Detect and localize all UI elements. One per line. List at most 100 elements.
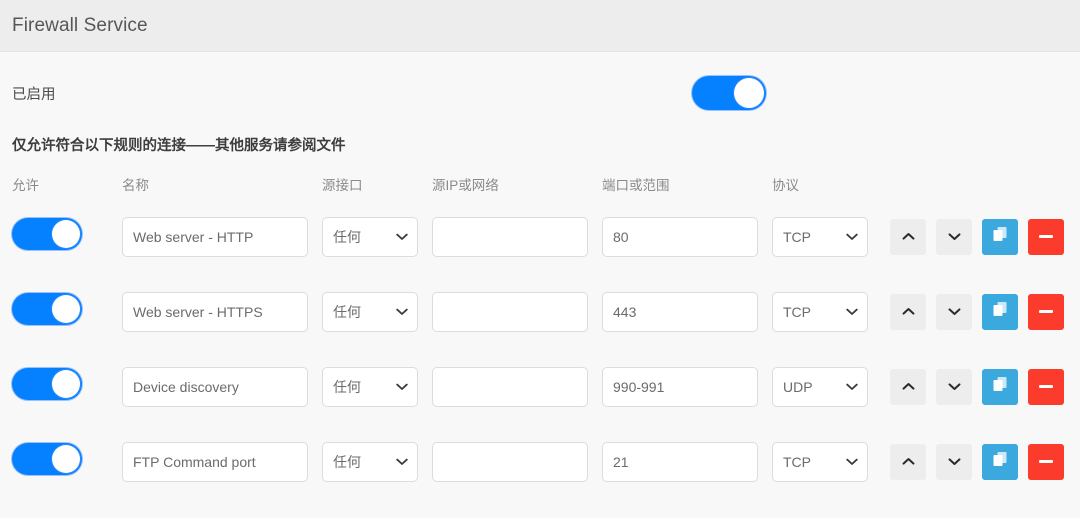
page-title: Firewall Service bbox=[12, 14, 148, 36]
minus-icon bbox=[1039, 235, 1053, 238]
service-enabled-label: 已启用 bbox=[12, 86, 56, 103]
rule-allow-cell bbox=[12, 443, 122, 480]
duplicate-rule-button[interactable] bbox=[982, 368, 1018, 405]
rule-enabled-toggle[interactable] bbox=[12, 218, 82, 250]
rule-port-input[interactable]: 80 bbox=[602, 216, 758, 257]
chevron-down-icon bbox=[948, 378, 961, 396]
move-down-button[interactable] bbox=[936, 293, 972, 330]
remove-rule-button[interactable] bbox=[1028, 218, 1064, 255]
column-header-allow: 允许 bbox=[12, 178, 39, 193]
rule-source-ip-cell bbox=[432, 441, 588, 482]
remove-rule-button[interactable] bbox=[1028, 293, 1064, 330]
rule-name-cell: Web server - HTTPS bbox=[122, 291, 308, 332]
chevron-up-icon bbox=[902, 453, 915, 471]
rule-protocol-select[interactable]: TCP bbox=[772, 291, 868, 332]
column-header-name: 名称 bbox=[122, 178, 149, 193]
rule-source-ip-input[interactable] bbox=[432, 216, 588, 257]
remove-rule-button[interactable] bbox=[1028, 443, 1064, 480]
rule-port-cell: 990-991 bbox=[602, 366, 758, 407]
rule-name-input[interactable]: Web server - HTTPS bbox=[122, 291, 308, 332]
chevron-down-icon bbox=[948, 228, 961, 246]
rule-protocol-cell: TCP bbox=[772, 291, 868, 332]
table-row: FTP Command port 任何 21 TCP bbox=[12, 424, 1068, 499]
remove-rule-button[interactable] bbox=[1028, 368, 1064, 405]
move-down-button[interactable] bbox=[936, 218, 972, 255]
service-enabled-toggle[interactable] bbox=[692, 76, 766, 110]
table-row: Web server - HTTP 任何 80 TCP bbox=[12, 199, 1068, 274]
rule-name-input[interactable]: Device discovery bbox=[122, 366, 308, 407]
rule-actions-cell bbox=[890, 218, 1064, 255]
rule-enabled-toggle[interactable] bbox=[12, 443, 82, 475]
chevron-up-icon bbox=[902, 303, 915, 321]
rule-source-interface-select[interactable]: 任何 bbox=[322, 216, 418, 257]
duplicate-rule-button[interactable] bbox=[982, 443, 1018, 480]
rule-source-ip-input[interactable] bbox=[432, 291, 588, 332]
move-up-button[interactable] bbox=[890, 218, 926, 255]
rule-actions-cell bbox=[890, 293, 1064, 330]
rule-source-interface-cell: 任何 bbox=[322, 291, 418, 332]
rule-enabled-toggle[interactable] bbox=[12, 368, 82, 400]
rule-port-input[interactable]: 21 bbox=[602, 441, 758, 482]
rule-allow-cell bbox=[12, 293, 122, 330]
service-enable-row: 已启用 bbox=[12, 52, 1068, 134]
rule-source-ip-cell bbox=[432, 291, 588, 332]
rules-description: 仅允许符合以下规则的连接——其他服务请参阅文件 bbox=[12, 138, 346, 154]
rules-table-header: 允许 名称 源接口 源IP或网络 端口或范围 协议 bbox=[12, 169, 1068, 199]
rule-port-cell: 80 bbox=[602, 216, 758, 257]
column-header-source-ip: 源IP或网络 bbox=[432, 178, 499, 193]
column-header-protocol: 协议 bbox=[772, 178, 799, 193]
rule-source-interface-select[interactable]: 任何 bbox=[322, 441, 418, 482]
table-row: Web server - HTTPS 任何 443 TCP bbox=[12, 274, 1068, 349]
rule-port-input[interactable]: 443 bbox=[602, 291, 758, 332]
rule-source-ip-cell bbox=[432, 216, 588, 257]
rule-port-input[interactable]: 990-991 bbox=[602, 366, 758, 407]
copy-icon bbox=[991, 450, 1009, 473]
table-row: Device discovery 任何 990-991 UDP bbox=[12, 349, 1068, 424]
rule-source-interface-select[interactable]: 任何 bbox=[322, 366, 418, 407]
chevron-down-icon bbox=[948, 453, 961, 471]
rule-port-cell: 21 bbox=[602, 441, 758, 482]
move-up-button[interactable] bbox=[890, 293, 926, 330]
rule-name-input[interactable]: Web server - HTTP bbox=[122, 216, 308, 257]
rule-source-ip-input[interactable] bbox=[432, 366, 588, 407]
rule-actions-cell bbox=[890, 368, 1064, 405]
rule-source-interface-cell: 任何 bbox=[322, 216, 418, 257]
duplicate-rule-button[interactable] bbox=[982, 218, 1018, 255]
rule-name-cell: Web server - HTTP bbox=[122, 216, 308, 257]
column-header-port: 端口或范围 bbox=[602, 178, 670, 193]
rule-source-interface-select[interactable]: 任何 bbox=[322, 291, 418, 332]
rule-source-ip-cell bbox=[432, 366, 588, 407]
rule-protocol-cell: TCP bbox=[772, 441, 868, 482]
rule-allow-cell bbox=[12, 368, 122, 405]
rule-source-interface-cell: 任何 bbox=[322, 441, 418, 482]
rule-name-cell: Device discovery bbox=[122, 366, 308, 407]
duplicate-rule-button[interactable] bbox=[982, 293, 1018, 330]
rule-protocol-select[interactable]: TCP bbox=[772, 441, 868, 482]
rule-protocol-select[interactable]: TCP bbox=[772, 216, 868, 257]
rule-port-cell: 443 bbox=[602, 291, 758, 332]
move-up-button[interactable] bbox=[890, 368, 926, 405]
move-up-button[interactable] bbox=[890, 443, 926, 480]
rule-enabled-toggle[interactable] bbox=[12, 293, 82, 325]
chevron-up-icon bbox=[902, 228, 915, 246]
chevron-up-icon bbox=[902, 378, 915, 396]
rule-protocol-cell: TCP bbox=[772, 216, 868, 257]
toggle-knob bbox=[52, 220, 80, 248]
column-header-source-interface: 源接口 bbox=[322, 178, 363, 193]
rule-actions-cell bbox=[890, 443, 1064, 480]
toggle-knob bbox=[52, 445, 80, 473]
minus-icon bbox=[1039, 385, 1053, 388]
rule-source-ip-input[interactable] bbox=[432, 441, 588, 482]
rule-allow-cell bbox=[12, 218, 122, 255]
rule-name-cell: FTP Command port bbox=[122, 441, 308, 482]
move-down-button[interactable] bbox=[936, 443, 972, 480]
rule-name-input[interactable]: FTP Command port bbox=[122, 441, 308, 482]
rules-table-body: Web server - HTTP 任何 80 TCP Web server -… bbox=[12, 199, 1068, 499]
move-down-button[interactable] bbox=[936, 368, 972, 405]
copy-icon bbox=[991, 300, 1009, 323]
minus-icon bbox=[1039, 460, 1053, 463]
toggle-knob bbox=[52, 295, 80, 323]
rule-protocol-select[interactable]: UDP bbox=[772, 366, 868, 407]
window-titlebar: Firewall Service bbox=[0, 0, 1080, 52]
copy-icon bbox=[991, 225, 1009, 248]
